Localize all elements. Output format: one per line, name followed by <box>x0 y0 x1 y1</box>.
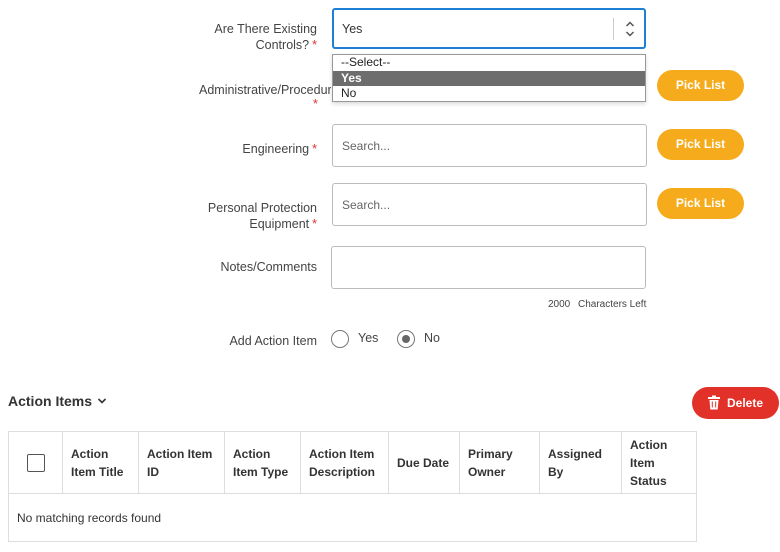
column-header-assigned-by[interactable]: Assigned By <box>540 432 622 493</box>
empty-table-message: No matching records found <box>17 511 162 525</box>
table-header: Action Item Title Action Item ID Action … <box>9 432 696 494</box>
trash-icon <box>708 395 720 410</box>
notes-textarea[interactable] <box>331 246 646 289</box>
ppe-pick-list-button[interactable]: Pick List <box>657 188 744 219</box>
engineering-label: Engineering * <box>117 141 317 157</box>
add-action-no-radio[interactable] <box>397 330 415 348</box>
column-header-due-date[interactable]: Due Date <box>389 432 460 493</box>
dropdown-option-select[interactable]: --Select-- <box>333 55 645 71</box>
existing-controls-select[interactable]: Yes <box>332 8 646 49</box>
column-header-text: Action Item Status <box>630 437 668 488</box>
notes-label: Notes/Comments <box>220 260 317 274</box>
delete-button-label: Delete <box>727 396 764 410</box>
action-items-table: Action Item Title Action Item ID Action … <box>8 431 697 542</box>
select-all-cell <box>9 432 63 493</box>
column-header-text: Action Item Type <box>233 446 289 479</box>
column-header-action-item-id[interactable]: Action Item ID <box>139 432 225 493</box>
existing-controls-dropdown: --Select-- Yes No <box>332 54 646 102</box>
ppe-search-field[interactable] <box>332 183 647 226</box>
action-items-title: Action Items <box>8 393 93 409</box>
column-header-text: Action Item Description <box>309 446 376 479</box>
chars-left-label: Characters Left <box>578 299 647 310</box>
ppe-search-input[interactable] <box>333 184 646 225</box>
column-header-action-item-title[interactable]: Action Item Title <box>63 432 139 493</box>
required-mark: * <box>312 38 317 52</box>
engineering-search-field[interactable] <box>332 124 647 167</box>
existing-controls-label-line1: Are There Existing <box>214 22 317 36</box>
column-header-action-item-status[interactable]: Action Item Status <box>622 432 697 493</box>
administrative-label-text: Administrative/Procedur <box>199 83 331 97</box>
column-header-text: Action Item Title <box>71 446 124 479</box>
existing-controls-value: Yes <box>342 22 363 36</box>
existing-controls-label: Are There Existing Controls? * <box>117 21 317 53</box>
column-header-text: Primary Owner <box>468 446 513 479</box>
chevron-up-down-icon <box>625 21 635 37</box>
column-header-text: Assigned By <box>548 446 603 479</box>
ppe-label: Personal Protection Equipment * <box>117 200 317 232</box>
add-action-yes-radio[interactable] <box>331 330 349 348</box>
required-mark: * <box>312 217 317 231</box>
ppe-label-line1: Personal Protection <box>207 201 317 215</box>
column-header-primary-owner[interactable]: Primary Owner <box>460 432 540 493</box>
delete-button[interactable]: Delete <box>692 387 779 419</box>
chevron-down-icon[interactable] <box>96 395 108 407</box>
ppe-label-line2: Equipment <box>249 217 310 231</box>
column-header-text: Action Item ID <box>147 446 213 479</box>
add-action-item-label: Add Action Item <box>229 334 317 348</box>
select-all-checkbox[interactable] <box>26 453 45 472</box>
engineering-search-input[interactable] <box>333 125 646 166</box>
add-action-no-label: No <box>424 331 440 345</box>
existing-controls-label-line2: Controls? <box>255 38 310 52</box>
chars-left-count: 2000 <box>548 299 571 310</box>
select-divider <box>613 18 614 40</box>
engineering-pick-list-button[interactable]: Pick List <box>657 129 744 160</box>
column-header-text: Due Date <box>397 455 450 470</box>
administrative-pick-list-button[interactable]: Pick List <box>657 70 744 101</box>
column-header-action-item-description[interactable]: Action Item Description <box>301 432 389 493</box>
engineering-label-text: Engineering <box>242 142 310 156</box>
required-mark: * <box>312 142 317 156</box>
dropdown-option-yes[interactable]: Yes <box>333 70 645 86</box>
administrative-required-mark: * <box>313 97 318 111</box>
add-action-yes-label: Yes <box>358 331 379 345</box>
dropdown-option-no[interactable]: No <box>333 86 645 102</box>
administrative-label: Administrative/Procedur <box>190 82 331 98</box>
column-header-action-item-type[interactable]: Action Item Type <box>225 432 301 493</box>
